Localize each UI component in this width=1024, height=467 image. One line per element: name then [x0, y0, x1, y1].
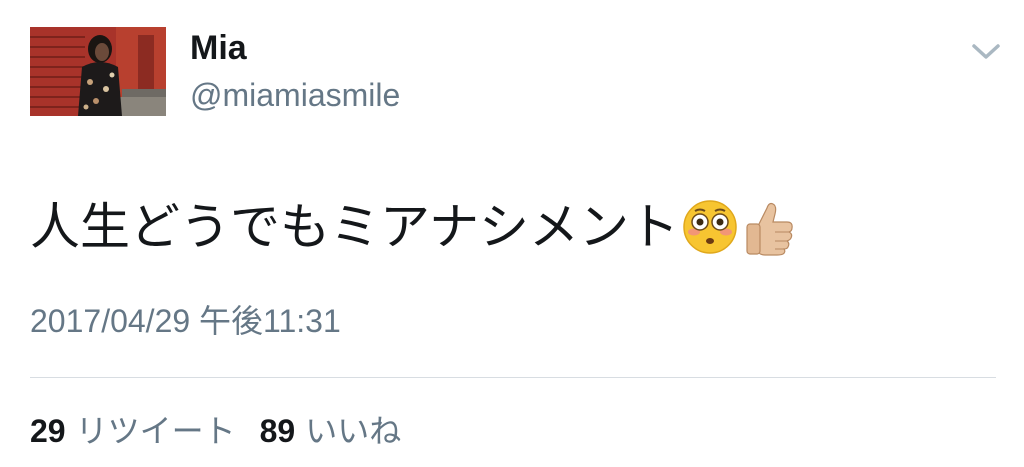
- retweet-count: 29: [30, 413, 66, 449]
- retweet-label: リツイート: [75, 413, 236, 449]
- tweet-stats: 29 リツイート 89 いいね: [30, 410, 401, 452]
- like-label: いいね: [305, 413, 402, 449]
- like-stat[interactable]: 89 いいね: [260, 410, 402, 452]
- chevron-down-icon[interactable]: [968, 38, 1004, 64]
- retweet-stat[interactable]: 29 リツイート: [30, 410, 236, 452]
- avatar[interactable]: [30, 27, 166, 116]
- tweet-body: 人生どうでもミアナシメント: [30, 192, 799, 262]
- tweet-timestamp[interactable]: 2017/04/29 午後11:31: [30, 300, 341, 342]
- divider: [30, 377, 996, 378]
- display-name[interactable]: Mia: [190, 26, 247, 70]
- profile-photo: [30, 27, 166, 116]
- flushed-face-icon: [681, 198, 739, 256]
- like-count: 89: [259, 413, 296, 449]
- thumbs-up-icon: [741, 198, 799, 256]
- user-handle[interactable]: @miamiasmile: [190, 74, 400, 116]
- tweet-text: 人生どうでもミアナシメント: [30, 198, 679, 256]
